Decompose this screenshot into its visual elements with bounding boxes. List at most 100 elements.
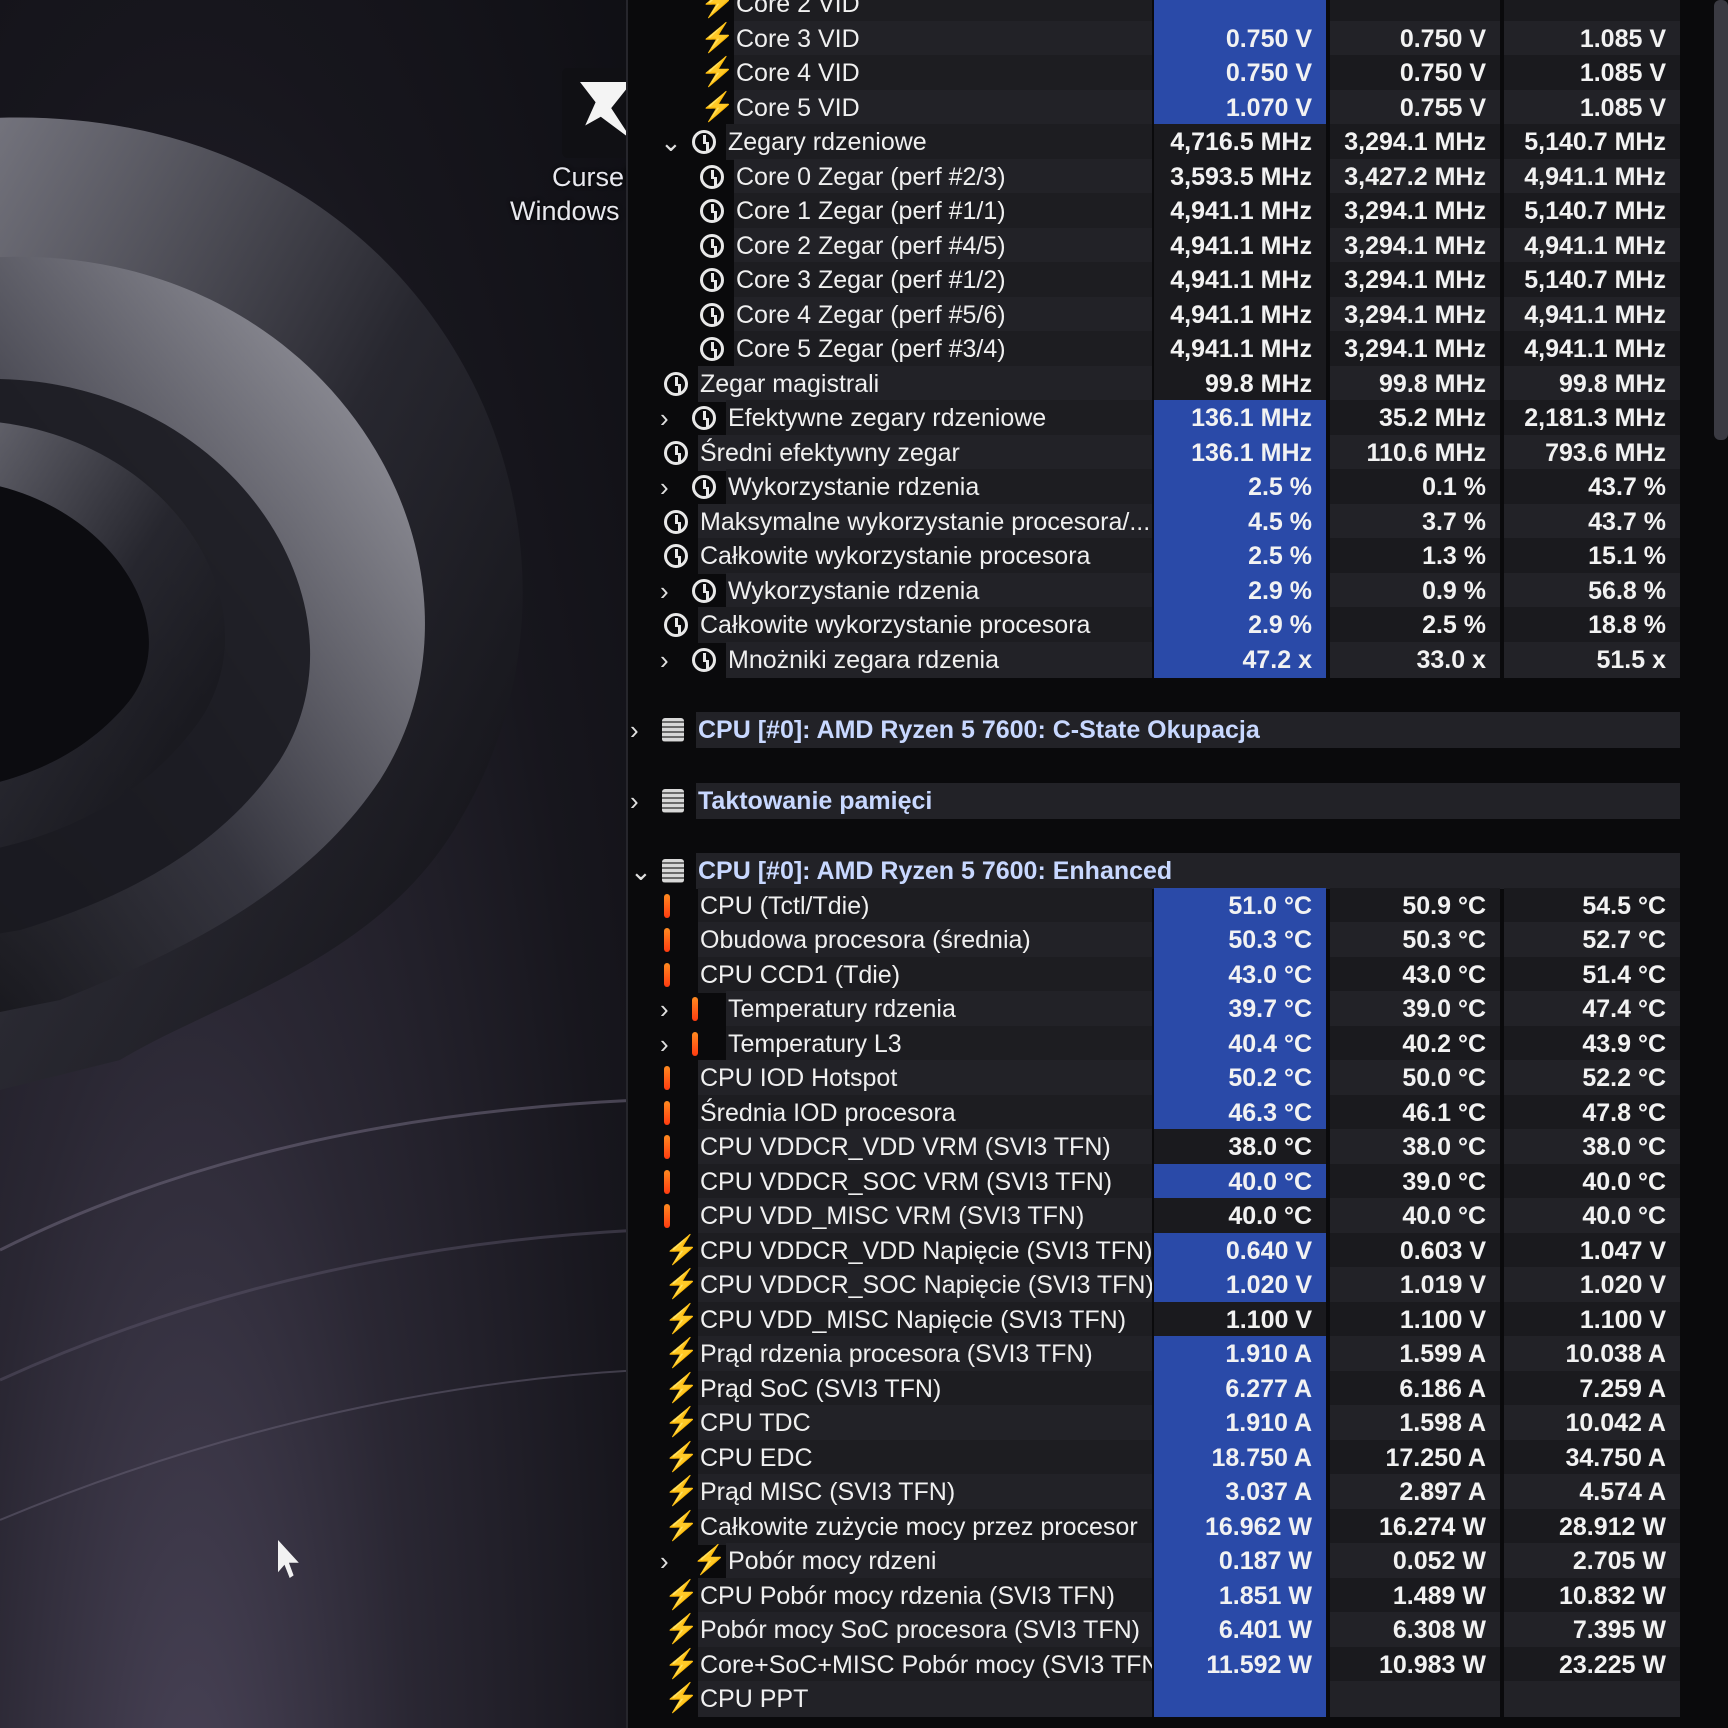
- sensor-label: CPU TDC: [698, 1405, 1152, 1441]
- sensor-row[interactable]: ⚡ Prąd MISC (SVI3 TFN) 3.037 A 2.897 A 4.574…: [628, 1474, 1708, 1510]
- sensor-label: Pobór mocy rdzeni: [726, 1543, 1152, 1579]
- sensor-row[interactable]: CPU IOD Hotspot 50.2 °C 50.0 °C 52.2 °C: [628, 1060, 1708, 1096]
- sensor-row[interactable]: ⚡ CPU PPT: [628, 1681, 1708, 1717]
- sensor-row[interactable]: CPU (Tctl/Tdie) 51.0 °C 50.9 °C 54.5 °C: [628, 887, 1708, 924]
- min-value: 0.1 %: [1330, 469, 1500, 505]
- bolt-icon: ⚡: [664, 1371, 699, 1403]
- sensor-row[interactable]: Obudowa procesora (średnia) 50.3 °C 50.3 °…: [628, 922, 1708, 958]
- sensor-row[interactable]: Całkowite wykorzystanie procesora 2.9 % 2.…: [628, 607, 1708, 643]
- sensor-group-header[interactable]: › CPU [#0]: AMD Ryzen 5 7600: C-State Oku…: [628, 712, 1708, 748]
- expand-chevron-icon[interactable]: ›: [660, 642, 669, 678]
- sensor-row[interactable]: Core 1 Zegar (perf #1/1) 4,941.1 MHz 3,294…: [628, 193, 1708, 229]
- min-value: 3,294.1 MHz: [1330, 227, 1500, 264]
- thermometer-icon: [664, 1169, 670, 1194]
- desktop-wallpaper: CurseF Windows -: [0, 0, 640, 1728]
- sensor-row[interactable]: ⌄ Zegary rdzeniowe 4,716.5 MHz 3,294.1 MHz 5…: [628, 124, 1708, 160]
- sensor-label: Core 5 VID: [734, 89, 1152, 126]
- sensor-row[interactable]: ⚡ CPU VDD_MISC Napięcie (SVI3 TFN) 1.100 V…: [628, 1301, 1708, 1338]
- sensor-row[interactable]: ⚡ Całkowite zużycie mocy przez procesor 16…: [628, 1508, 1708, 1545]
- chip-icon: [662, 859, 684, 883]
- expand-chevron-icon[interactable]: ›: [630, 783, 639, 819]
- min-value: 2.5 %: [1330, 607, 1500, 643]
- sensor-label: Efektywne zegary rdzeniowe: [726, 400, 1152, 436]
- expand-chevron-icon[interactable]: ›: [660, 991, 669, 1027]
- sensor-row[interactable]: ⚡ CPU TDC 1.910 A 1.598 A 10.042 A: [628, 1405, 1708, 1441]
- collapse-chevron-icon[interactable]: ⌄: [660, 124, 682, 160]
- expand-chevron-icon[interactable]: ›: [660, 1026, 669, 1062]
- min-value: 1.598 A: [1330, 1405, 1500, 1441]
- current-value: 99.8 MHz: [1154, 365, 1326, 402]
- sensor-row[interactable]: Core 4 Zegar (perf #5/6) 4,941.1 MHz 3,294…: [628, 296, 1708, 333]
- sensor-row[interactable]: ⚡ Core 5 VID 1.070 V 0.755 V 1.085 V: [628, 89, 1708, 126]
- current-value: 47.2 x: [1154, 641, 1326, 678]
- current-value: 40.0 °C: [1154, 1198, 1326, 1234]
- sensor-group-header[interactable]: › Taktowanie pamięci: [628, 782, 1708, 819]
- sensor-row[interactable]: Całkowite wykorzystanie procesora 2.5 % 1.…: [628, 538, 1708, 574]
- sensor-row[interactable]: Średnia IOD procesora 46.3 °C 46.1 °C 47.8 …: [628, 1094, 1708, 1131]
- sensor-row[interactable]: › Mnożniki zegara rdzenia 47.2 x 33.0 x 51.5…: [628, 641, 1708, 678]
- sensor-row[interactable]: › Wykorzystanie rdzenia 2.9 % 0.9 % 56.8 %: [628, 572, 1708, 609]
- expand-chevron-icon[interactable]: ›: [630, 712, 639, 748]
- sensor-row[interactable]: › Temperatury L3 40.4 °C 40.2 °C 43.9 °C: [628, 1025, 1708, 1062]
- sensor-row[interactable]: › ⚡ Pobór mocy rdzeni 0.187 W 0.052 W 2.705 W: [628, 1543, 1708, 1579]
- thermometer-icon: [664, 893, 670, 918]
- sensor-row[interactable]: ⚡ CPU VDDCR_SOC Napięcie (SVI3 TFN) 1.020 …: [628, 1267, 1708, 1303]
- sensor-label: Core 1 Zegar (perf #1/1): [734, 193, 1152, 229]
- sensor-row[interactable]: ⚡ Core+SoC+MISC Pobór mocy (SVI3 TFN) 11.5…: [628, 1646, 1708, 1683]
- sensor-row[interactable]: ⚡ CPU VDDCR_VDD Napięcie (SVI3 TFN) 0.640 …: [628, 1232, 1708, 1269]
- min-value: [1330, 0, 1500, 22]
- bolt-icon: ⚡: [664, 1440, 699, 1472]
- expand-chevron-icon[interactable]: ›: [660, 1543, 669, 1579]
- sensor-group-header[interactable]: ⌄ CPU [#0]: AMD Ryzen 5 7600: Enhanced: [628, 853, 1708, 889]
- min-value: 33.0 x: [1330, 641, 1500, 678]
- sensor-row[interactable]: Maksymalne wykorzystanie procesora/... 4.…: [628, 503, 1708, 540]
- thermometer-icon: [664, 1066, 670, 1090]
- bolt-icon: ⚡: [664, 1302, 699, 1334]
- max-value: 1.085 V: [1504, 89, 1680, 126]
- sensor-row[interactable]: ⚡ CPU Pobór mocy rdzenia (SVI3 TFN) 1.851 …: [628, 1577, 1708, 1614]
- expand-chevron-icon[interactable]: ›: [660, 400, 669, 436]
- bolt-icon: ⚡: [692, 1544, 727, 1575]
- sensor-row[interactable]: › Temperatury rdzenia 39.7 °C 39.0 °C 47.4 °…: [628, 991, 1708, 1027]
- bolt-icon: ⚡: [664, 1647, 699, 1679]
- sensor-row[interactable]: Core 2 Zegar (perf #4/5) 4,941.1 MHz 3,294…: [628, 227, 1708, 264]
- current-value: 4,941.1 MHz: [1154, 296, 1326, 333]
- sensor-row[interactable]: Średni efektywny zegar 136.1 MHz 110.6 MHz…: [628, 434, 1708, 471]
- min-value: 17.250 A: [1330, 1439, 1500, 1476]
- clock-icon: [664, 544, 688, 568]
- sensor-row[interactable]: › Efektywne zegary rdzeniowe 136.1 MHz 35.2…: [628, 400, 1708, 436]
- sensor-row[interactable]: ⚡ Prąd SoC (SVI3 TFN) 6.277 A 6.186 A 7.259 …: [628, 1370, 1708, 1407]
- sensor-row[interactable]: ⚡ Core 3 VID 0.750 V 0.750 V 1.085 V: [628, 20, 1708, 57]
- sensor-label: Całkowite zużycie mocy przez procesor: [698, 1508, 1152, 1545]
- sensor-row[interactable]: Zegar magistrali 99.8 MHz 99.8 MHz 99.8 MHz: [628, 365, 1708, 402]
- sensor-row[interactable]: Core 3 Zegar (perf #1/2) 4,941.1 MHz 3,294…: [628, 262, 1708, 298]
- current-value: 1.100 V: [1154, 1301, 1326, 1338]
- current-value: 4,941.1 MHz: [1154, 331, 1326, 367]
- sensor-row[interactable]: CPU CCD1 (Tdie) 43.0 °C 43.0 °C 51.4 °C: [628, 956, 1708, 993]
- current-value: 0.750 V: [1154, 20, 1326, 57]
- vertical-scrollbar[interactable]: [1714, 0, 1728, 440]
- expand-chevron-icon[interactable]: ›: [660, 469, 669, 505]
- expand-chevron-icon[interactable]: ›: [660, 573, 669, 609]
- max-value: 43.9 °C: [1504, 1025, 1680, 1062]
- sensor-row[interactable]: ⚡ Prąd rdzenia procesora (SVI3 TFN) 1.910 …: [628, 1336, 1708, 1372]
- collapse-chevron-icon[interactable]: ⌄: [630, 853, 652, 889]
- sensor-row[interactable]: Core 5 Zegar (perf #3/4) 4,941.1 MHz 3,294…: [628, 331, 1708, 367]
- sensor-row[interactable]: CPU VDDCR_SOC VRM (SVI3 TFN) 40.0 °C 39.0 …: [628, 1163, 1708, 1200]
- current-value: 4,716.5 MHz: [1154, 124, 1326, 160]
- sensor-row[interactable]: CPU VDDCR_VDD VRM (SVI3 TFN) 38.0 °C 38.0 …: [628, 1129, 1708, 1165]
- sensor-row[interactable]: ⚡ Core 2 VID: [628, 0, 1708, 22]
- sensor-row[interactable]: Core 0 Zegar (perf #2/3) 3,593.5 MHz 3,427…: [628, 158, 1708, 195]
- thermometer-icon: [664, 1204, 670, 1228]
- sensor-row[interactable]: ⚡ Pobór mocy SoC procesora (SVI3 TFN) 6.40…: [628, 1612, 1708, 1648]
- current-value: 40.4 °C: [1154, 1025, 1326, 1062]
- desktop-icon-label-line2[interactable]: Windows -: [510, 196, 636, 227]
- sensor-row[interactable]: › Wykorzystanie rdzenia 2.5 % 0.1 % 43.7 %: [628, 469, 1708, 505]
- sensor-label: Core 0 Zegar (perf #2/3): [734, 158, 1152, 195]
- sensor-row[interactable]: ⚡ Core 4 VID 0.750 V 0.750 V 1.085 V: [628, 55, 1708, 91]
- sensor-row[interactable]: CPU VDD_MISC VRM (SVI3 TFN) 40.0 °C 40.0 °…: [628, 1198, 1708, 1234]
- sensor-label: CPU CCD1 (Tdie): [698, 956, 1152, 993]
- sensor-row[interactable]: ⚡ CPU EDC 18.750 A 17.250 A 34.750 A: [628, 1439, 1708, 1476]
- sensor-label: Wykorzystanie rdzenia: [726, 572, 1152, 609]
- current-value: 3,593.5 MHz: [1154, 158, 1326, 195]
